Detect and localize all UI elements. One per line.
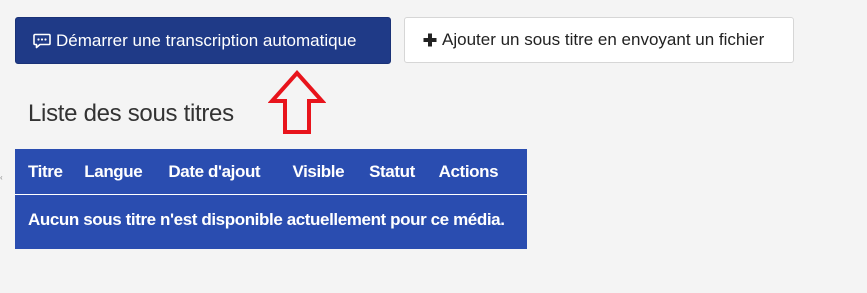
column-header-date-added: Date d'ajout — [155, 149, 280, 195]
column-header-status: Statut — [356, 149, 426, 195]
column-header-language: Langue — [71, 149, 156, 195]
column-header-title: Titre — [15, 149, 72, 195]
subtitles-section-title: Liste des sous titres — [28, 100, 234, 127]
start-auto-transcription-button[interactable]: Démarrer une transcription automatique — [15, 17, 391, 64]
table-header-row: Titre Langue Date d'ajout Visible Statut… — [15, 149, 527, 195]
plus-icon — [423, 33, 437, 47]
upload-subtitle-button[interactable]: Ajouter un sous titre en envoyant un fic… — [404, 17, 794, 63]
column-header-visible: Visible — [279, 149, 357, 195]
start-auto-transcription-label: Démarrer une transcription automatique — [56, 30, 357, 50]
up-arrow-icon — [267, 69, 327, 141]
subtitles-table: Titre Langue Date d'ajout Visible Statut… — [15, 149, 527, 249]
empty-table-message: Aucun sous titre n'est disponible actuel… — [28, 210, 505, 229]
column-header-actions: Actions — [425, 149, 527, 195]
page: Démarrer une transcription automatique A… — [0, 0, 867, 293]
side-mark: ‹ — [0, 173, 3, 182]
upload-subtitle-label: Ajouter un sous titre en envoyant un fic… — [442, 30, 765, 49]
table-row: Aucun sous titre n'est disponible actuel… — [15, 195, 527, 250]
comment-dots-icon — [33, 33, 51, 49]
